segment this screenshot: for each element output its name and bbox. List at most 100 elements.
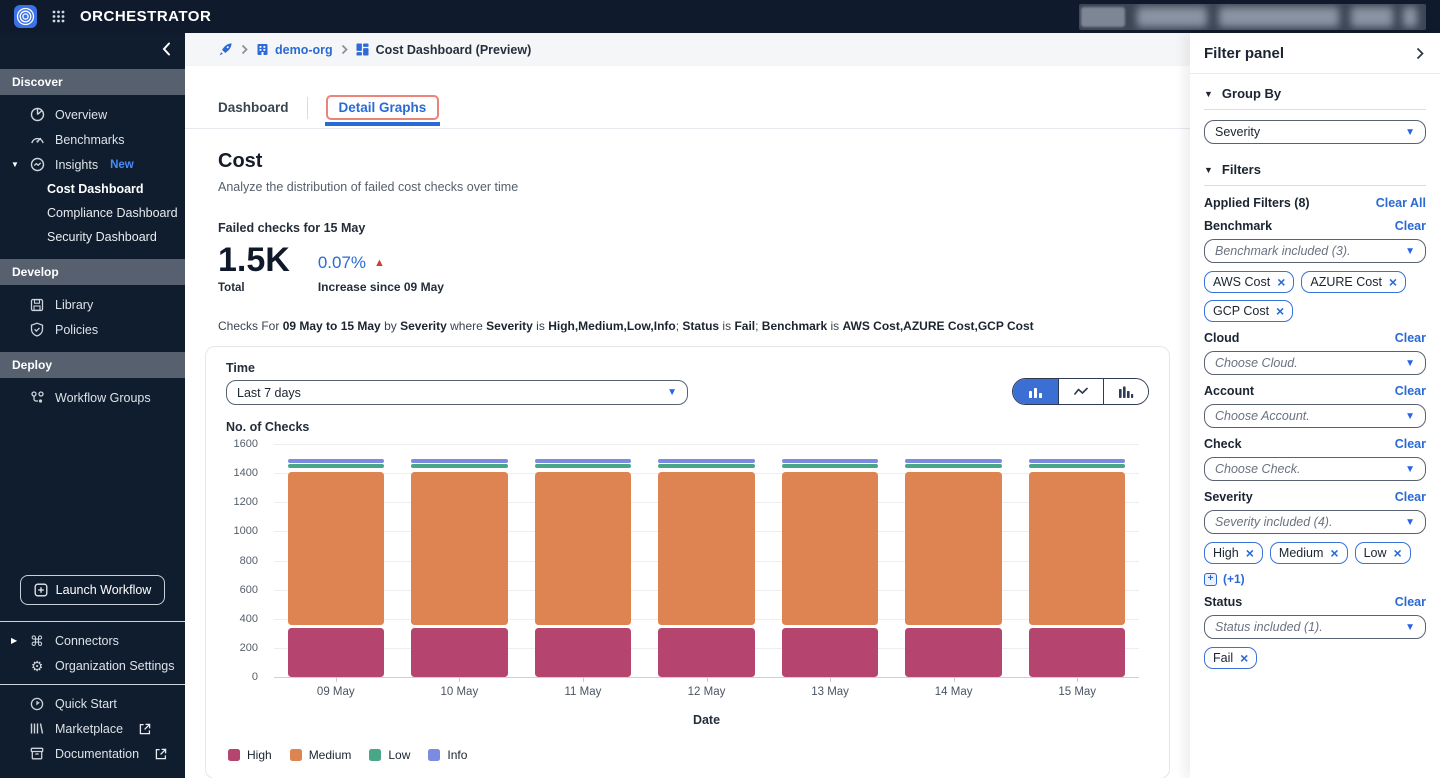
bar-segment-low[interactable] [288, 464, 384, 468]
benchmark-select[interactable]: Benchmark included (3). ▼ [1204, 239, 1426, 263]
bar-segment-medium[interactable] [905, 472, 1001, 625]
remove-chip-icon[interactable]: × [1394, 546, 1402, 560]
bar-segment-low[interactable] [905, 464, 1001, 468]
bar-segment-high[interactable] [411, 628, 507, 678]
severity-show-more[interactable]: + (+1) [1204, 572, 1426, 586]
sidebar-item-policies[interactable]: Policies [0, 317, 185, 342]
severity-select[interactable]: Severity included (4). ▼ [1204, 510, 1426, 534]
status-select[interactable]: Status included (1). ▼ [1204, 615, 1426, 639]
clear-status-link[interactable]: Clear [1395, 595, 1426, 609]
bar-segment-info[interactable] [1029, 459, 1125, 463]
workflow-icon [29, 390, 45, 405]
bar-segment-medium[interactable] [535, 472, 631, 625]
bar-segment-high[interactable] [658, 628, 754, 678]
sidebar-item-overview[interactable]: Overview [0, 102, 185, 127]
bar-segment-medium[interactable] [288, 472, 384, 625]
collapse-panel-chevron-icon[interactable] [1416, 47, 1424, 60]
line-chart-button[interactable] [1058, 379, 1103, 404]
bar-segment-high[interactable] [1029, 628, 1125, 678]
benchmark-chip[interactable]: AZURE Cost× [1301, 271, 1406, 293]
external-link-icon [139, 723, 151, 735]
y-tick-label: 1600 [234, 438, 258, 450]
stat-delta-label: Increase since 09 May [318, 280, 444, 294]
filters-section-header[interactable]: ▼ Filters [1204, 162, 1426, 186]
redacted-account-info[interactable] [1079, 4, 1426, 30]
clear-account-link[interactable]: Clear [1395, 384, 1426, 398]
clear-benchmark-link[interactable]: Clear [1395, 219, 1426, 233]
x-axis-title: Date [274, 713, 1139, 727]
bar-segment-info[interactable] [905, 459, 1001, 463]
sidebar-item-benchmarks[interactable]: Benchmarks [0, 127, 185, 152]
bar-segment-low[interactable] [658, 464, 754, 468]
sidebar-item-marketplace[interactable]: Marketplace [0, 716, 185, 741]
bar-segment-medium[interactable] [782, 472, 878, 625]
increase-arrow-icon: ▲ [374, 257, 385, 269]
grouped-bar-chart-button[interactable] [1103, 379, 1148, 404]
app-grid-icon[interactable] [52, 10, 65, 23]
group-by-select[interactable]: Severity ▼ [1204, 120, 1426, 144]
sidebar-item-cost-dashboard[interactable]: Cost Dashboard [0, 177, 185, 201]
bar-segment-low[interactable] [782, 464, 878, 468]
clear-all-link[interactable]: Clear All [1376, 196, 1426, 210]
launch-workflow-button[interactable]: Launch Workflow [20, 575, 165, 605]
remove-chip-icon[interactable]: × [1276, 304, 1284, 318]
sidebar-item-security-dashboard[interactable]: Security Dashboard [0, 225, 185, 249]
bar-segment-low[interactable] [1029, 464, 1125, 468]
sidebar-item-connectors[interactable]: ▶ ⌘ Connectors [0, 628, 185, 653]
sidebar-item-compliance-dashboard[interactable]: Compliance Dashboard [0, 201, 185, 225]
remove-chip-icon[interactable]: × [1389, 275, 1397, 289]
remove-chip-icon[interactable]: × [1277, 275, 1285, 289]
account-select[interactable]: Choose Account. ▼ [1204, 404, 1426, 428]
benchmark-chip[interactable]: GCP Cost× [1204, 300, 1293, 322]
benchmark-chip[interactable]: AWS Cost× [1204, 271, 1294, 293]
check-select[interactable]: Choose Check. ▼ [1204, 457, 1426, 481]
status-chip[interactable]: Fail× [1204, 647, 1257, 669]
sidebar-item-quick-start[interactable]: Quick Start [0, 691, 185, 716]
bar-segment-medium[interactable] [411, 472, 507, 625]
sidebar-item-documentation[interactable]: Documentation [0, 741, 185, 766]
bar-segment-info[interactable] [411, 459, 507, 463]
clear-cloud-link[interactable]: Clear [1395, 331, 1426, 345]
bar-segment-low[interactable] [535, 464, 631, 468]
tab-detail-graphs[interactable]: Detail Graphs [326, 99, 440, 117]
group-by-section-header[interactable]: ▼ Group By [1204, 86, 1426, 110]
tab-dashboard[interactable]: Dashboard [218, 100, 289, 115]
bar-segment-info[interactable] [658, 459, 754, 463]
sidebar-item-insights[interactable]: ▼ Insights New [0, 152, 185, 177]
chart-legend: HighMediumLowInfo [226, 748, 1149, 762]
bar-segment-high[interactable] [288, 628, 384, 678]
sidebar-item-workflow-groups[interactable]: Workflow Groups [0, 385, 185, 410]
bar-segment-info[interactable] [288, 459, 384, 463]
y-tick-label: 800 [240, 555, 258, 567]
bar-segment-medium[interactable] [1029, 472, 1125, 625]
app-logo-icon[interactable] [14, 5, 37, 28]
clear-severity-link[interactable]: Clear [1395, 490, 1426, 504]
bar-segment-info[interactable] [535, 459, 631, 463]
sidebar-collapse-icon[interactable] [162, 42, 171, 56]
bar-segment-low[interactable] [411, 464, 507, 468]
bar-segment-high[interactable] [905, 628, 1001, 678]
severity-chip[interactable]: Medium× [1270, 542, 1348, 564]
bar-segment-high[interactable] [535, 628, 631, 678]
severity-chip[interactable]: Low× [1355, 542, 1411, 564]
breadcrumb-page[interactable]: Cost Dashboard (Preview) [356, 43, 532, 57]
bar-segment-medium[interactable] [658, 472, 754, 625]
cloud-select[interactable]: Choose Cloud. ▼ [1204, 351, 1426, 375]
time-select[interactable]: Last 7 days ▼ [226, 380, 688, 405]
severity-chip[interactable]: High× [1204, 542, 1263, 564]
stacked-bar-chart-button[interactable] [1013, 379, 1058, 404]
clear-check-link[interactable]: Clear [1395, 437, 1426, 451]
remove-chip-icon[interactable]: × [1246, 546, 1254, 560]
caret-right-icon[interactable]: ▶ [11, 636, 19, 645]
sidebar-item-organization-settings[interactable]: ⚙ Organization Settings [0, 653, 185, 678]
bar-segment-info[interactable] [782, 459, 878, 463]
remove-chip-icon[interactable]: × [1240, 651, 1248, 665]
sidebar-item-library[interactable]: Library [0, 292, 185, 317]
breadcrumb-org[interactable]: demo-org [256, 43, 333, 57]
bar-segment-high[interactable] [782, 628, 878, 678]
filter-group-severity: Severity Clear Severity included (4). ▼ … [1204, 490, 1426, 586]
chart-plot[interactable]: 09 May10 May11 May12 May13 May14 May15 M… [274, 444, 1139, 678]
rocket-icon[interactable] [218, 42, 233, 57]
caret-down-icon[interactable]: ▼ [11, 160, 19, 169]
remove-chip-icon[interactable]: × [1330, 546, 1338, 560]
